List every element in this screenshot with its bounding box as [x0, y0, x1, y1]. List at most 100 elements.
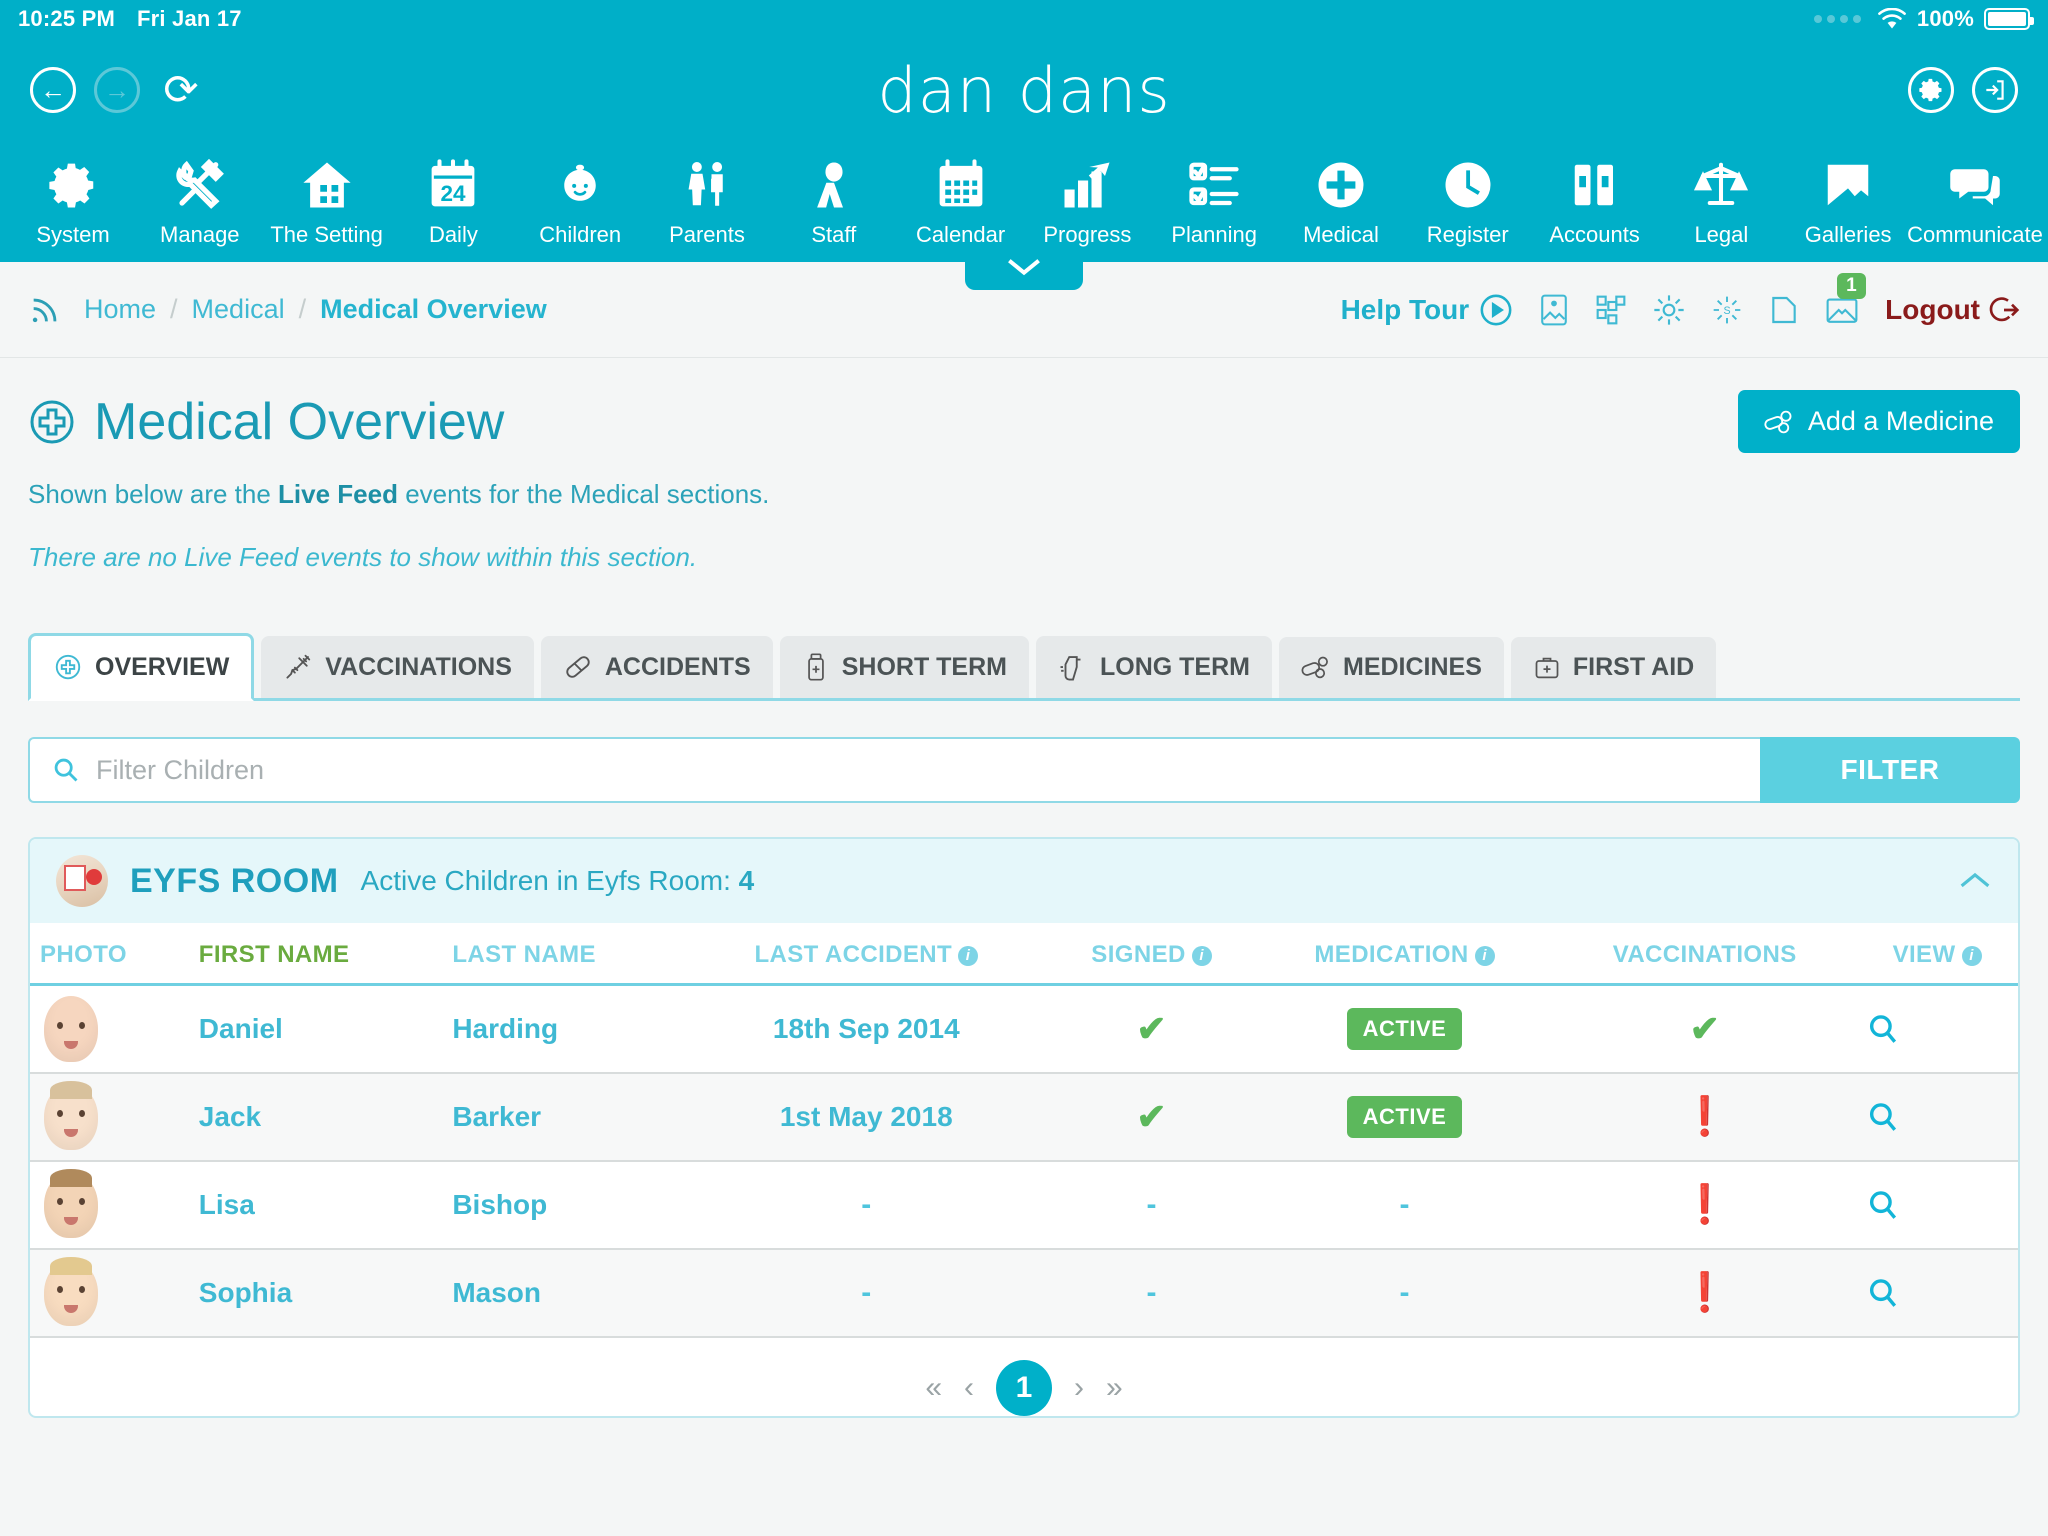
add-medicine-button[interactable]: Add a Medicine: [1737, 390, 2020, 453]
check-icon: ✔: [1689, 1008, 1720, 1049]
nav-item-calendar[interactable]: Calendar: [902, 150, 1020, 248]
filter-button[interactable]: FILTER: [1760, 737, 2020, 803]
nav-item-accounts[interactable]: Accounts: [1536, 150, 1654, 248]
wifi-icon: [1877, 8, 1907, 30]
logout-button[interactable]: Logout: [1885, 294, 2020, 326]
nav-item-daily[interactable]: 24 Daily: [394, 150, 512, 248]
tab-short-term[interactable]: SHORT TERM: [779, 636, 1029, 698]
back-arrow-icon[interactable]: ←: [30, 67, 76, 113]
table-row[interactable]: Sophia Mason - - - ❗: [30, 1249, 2018, 1338]
column-header-last-name[interactable]: LAST NAME: [442, 923, 686, 986]
nav-item-the-setting[interactable]: The Setting: [268, 150, 386, 248]
column-header-medication[interactable]: MEDICATION i: [1255, 923, 1554, 986]
nav-item-progress[interactable]: Progress: [1028, 150, 1146, 248]
photo-card-icon[interactable]: [1539, 293, 1569, 327]
filter-children-input[interactable]: [96, 754, 1738, 786]
grid-blocks-icon[interactable]: [1595, 294, 1627, 326]
magnifier-icon[interactable]: [1866, 1276, 2008, 1310]
pager-next[interactable]: ›: [1074, 1371, 1084, 1405]
cell-signed: -: [1047, 1249, 1256, 1338]
column-header-signed[interactable]: SIGNED i: [1047, 923, 1256, 986]
tab-accidents[interactable]: ACCIDENTS: [540, 636, 773, 698]
info-icon[interactable]: i: [1474, 945, 1495, 966]
calendar-icon: [934, 150, 988, 220]
cell-last-name[interactable]: Bishop: [442, 1161, 686, 1250]
column-header-first-name[interactable]: FIRST NAME: [188, 923, 443, 986]
cell-first-name[interactable]: Sophia: [188, 1249, 443, 1338]
nav-item-medical[interactable]: Medical: [1282, 150, 1400, 248]
cell-first-name[interactable]: Jack: [188, 1073, 443, 1162]
breadcrumb-item-home[interactable]: Home: [84, 294, 156, 325]
nav-item-communicate[interactable]: Communicate: [1907, 150, 2043, 248]
table-row[interactable]: Lisa Bishop - - - ❗: [30, 1161, 2018, 1250]
cell-first-name[interactable]: Daniel: [188, 984, 443, 1074]
calendar-24-icon: 24: [426, 150, 480, 220]
rss-icon: [28, 293, 62, 327]
cell-last-name[interactable]: Mason: [442, 1249, 686, 1338]
logout-arrow-icon: [1989, 296, 2020, 321]
column-label: MEDICATION: [1314, 941, 1469, 968]
cell-medication: ACTIVE: [1255, 1073, 1554, 1162]
info-icon[interactable]: i: [1191, 945, 1212, 966]
scatter-icon[interactable]: S: [1711, 294, 1743, 326]
forward-arrow-icon[interactable]: →: [94, 67, 140, 113]
search-icon: [52, 756, 80, 784]
column-header-view[interactable]: VIEW i: [1856, 923, 2018, 986]
nav-item-parents[interactable]: Parents: [648, 150, 766, 248]
nav-item-children[interactable]: Children: [521, 150, 639, 248]
sun-icon[interactable]: [1653, 294, 1685, 326]
exit-icon[interactable]: [1972, 67, 2018, 113]
nav-item-system[interactable]: System: [14, 150, 132, 248]
reload-icon[interactable]: ⟳: [158, 67, 204, 113]
gear-icon[interactable]: [1908, 67, 1954, 113]
column-header-vaccinations[interactable]: VACCINATIONS: [1553, 923, 1857, 986]
cell-view[interactable]: [1856, 1073, 2018, 1162]
magnifier-icon[interactable]: [1866, 1188, 2008, 1222]
nav-item-legal[interactable]: Legal: [1662, 150, 1780, 248]
nav-item-galleries[interactable]: Galleries: [1789, 150, 1907, 248]
breadcrumb-item-medical[interactable]: Medical: [192, 294, 285, 325]
pager-current-page[interactable]: 1: [996, 1360, 1052, 1416]
info-icon[interactable]: i: [1961, 945, 1982, 966]
nav-item-staff[interactable]: Staff: [775, 150, 893, 248]
battery-percent: 100%: [1916, 6, 1974, 31]
filter-search-box[interactable]: [28, 737, 1760, 803]
scales-icon: [1694, 150, 1749, 220]
pager-last[interactable]: »: [1106, 1371, 1123, 1405]
nav-item-register[interactable]: Register: [1409, 150, 1527, 248]
tab-vaccinations[interactable]: VACCINATIONS: [261, 636, 534, 698]
pager-prev[interactable]: ‹: [964, 1371, 974, 1405]
folder-icon[interactable]: [1769, 294, 1799, 326]
cell-last-name[interactable]: Harding: [442, 984, 686, 1074]
cell-first-name[interactable]: Lisa: [188, 1161, 443, 1250]
cell-view[interactable]: [1856, 1161, 2018, 1250]
magnifier-icon[interactable]: [1866, 1100, 2008, 1134]
magnifier-icon[interactable]: [1866, 1012, 2008, 1046]
tab-label: MEDICINES: [1343, 653, 1482, 681]
pager-first[interactable]: «: [925, 1371, 942, 1405]
tab-first-aid[interactable]: FIRST AID: [1510, 637, 1717, 698]
table-row[interactable]: Jack Barker 1st May 2018 ✔ ACTIVE ❗: [30, 1073, 2018, 1162]
chevron-up-icon[interactable]: [1958, 870, 1992, 892]
nav-collapse-toggle[interactable]: [965, 252, 1083, 290]
column-label: LAST ACCIDENT: [754, 941, 953, 968]
column-header-photo[interactable]: PHOTO: [30, 923, 189, 986]
tab-medicines[interactable]: MEDICINES: [1279, 637, 1504, 698]
cell-view[interactable]: [1856, 1249, 2018, 1338]
table-row[interactable]: Daniel Harding 18th Sep 2014 ✔ ACTIVE ✔: [30, 984, 2018, 1074]
pagination: « ‹ 1 › »: [30, 1338, 2018, 1416]
cell-view[interactable]: [1856, 984, 2018, 1074]
nav-item-manage[interactable]: Manage: [141, 150, 259, 248]
signed-value: -: [1146, 1188, 1157, 1221]
room-header[interactable]: EYFS ROOM Active Children in Eyfs Room: …: [30, 839, 2018, 923]
nav-item-label: Staff: [811, 222, 857, 247]
column-header-last-accident[interactable]: LAST ACCIDENT i: [685, 923, 1048, 986]
mail-icon[interactable]: 1: [1825, 272, 1866, 325]
cell-last-name[interactable]: Barker: [442, 1073, 686, 1162]
help-tour-button[interactable]: Help Tour: [1341, 293, 1514, 327]
tab-long-term[interactable]: LONG TERM: [1036, 636, 1272, 698]
tab-overview[interactable]: OVERVIEW: [28, 633, 255, 701]
nav-item-planning[interactable]: Planning: [1155, 150, 1273, 248]
cell-last-accident: -: [685, 1161, 1048, 1250]
info-icon[interactable]: i: [958, 945, 979, 966]
